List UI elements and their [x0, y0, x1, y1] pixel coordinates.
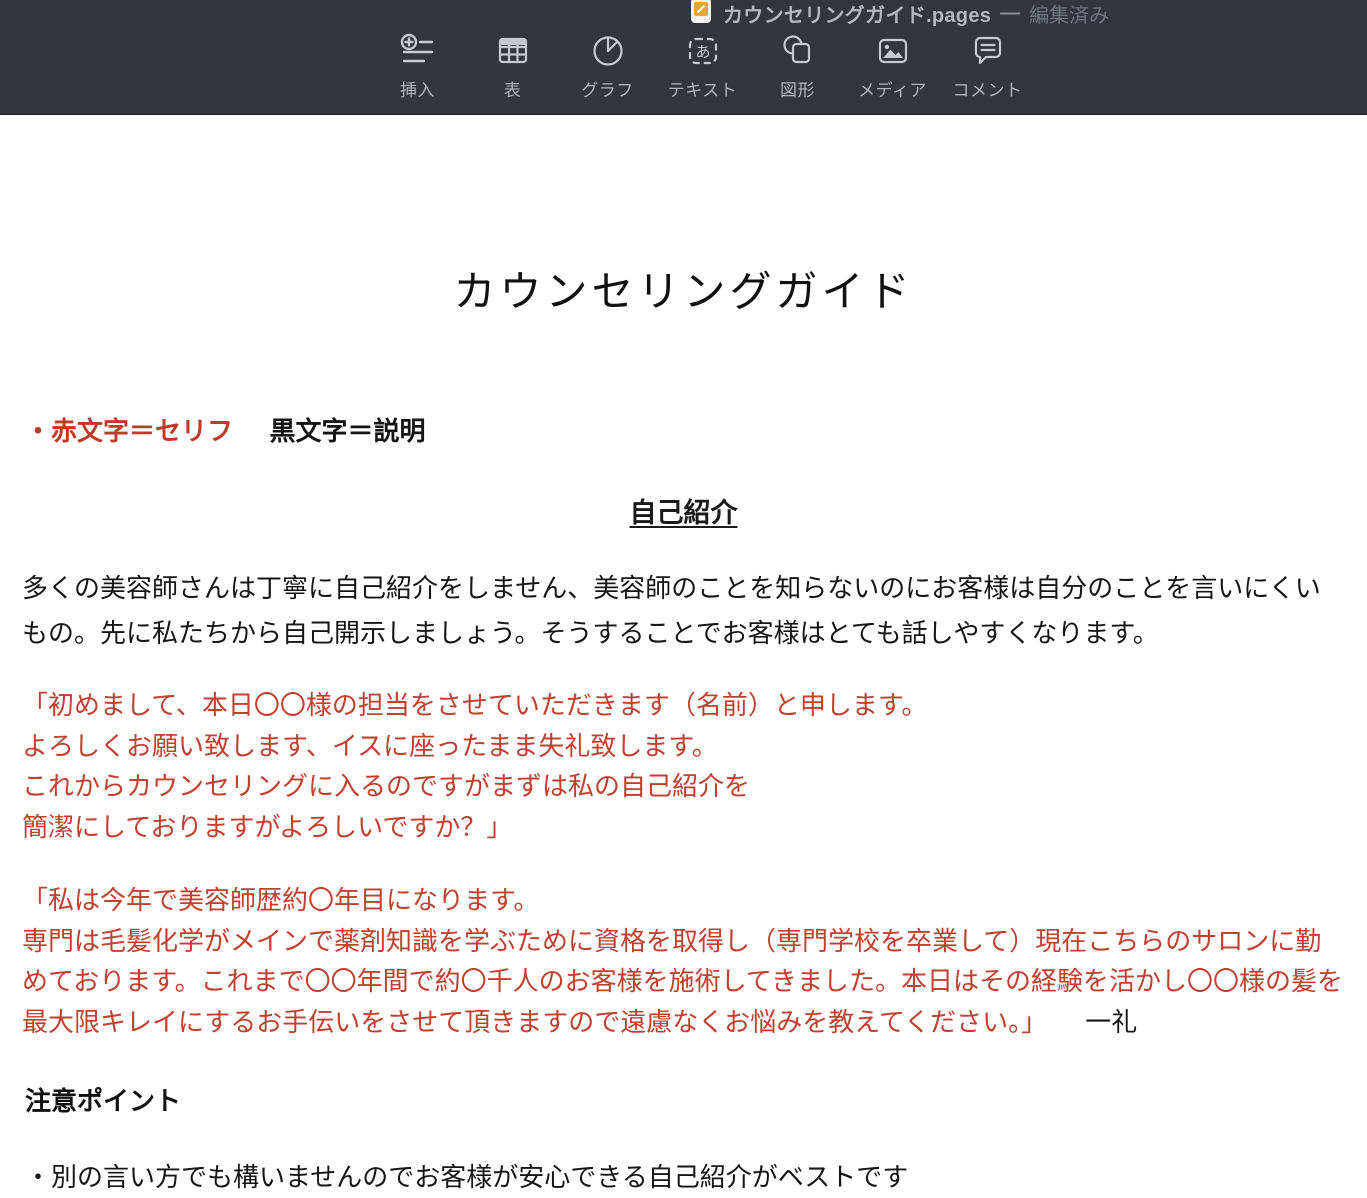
edited-status: 編集済み: [1029, 0, 1109, 28]
note-bullet: ・別の言い方でも構いませんのでお客様が安心できる自己紹介がベストです: [25, 1157, 908, 1194]
quote-paragraph-2: 「私は今年で美容師歴約〇年目になります。 専門は毛髪化学がメインで薬剤知識を学ぶ…: [22, 881, 1347, 1043]
media-label: メディア: [858, 76, 927, 101]
insert-label: 挿入: [400, 76, 435, 101]
svg-text:あ: あ: [695, 44, 710, 61]
legend-red-text: ・赤文字＝セリフ: [25, 417, 233, 446]
chart-icon: [590, 33, 626, 69]
table-label: 表: [504, 76, 522, 101]
note-heading: 注意ポイント: [25, 1081, 181, 1118]
table-icon: [495, 33, 531, 69]
media-button[interactable]: メディア: [845, 33, 940, 101]
quote-line: 簡潔にしておりますがよろしいですか？」: [22, 808, 1347, 849]
insert-icon: [400, 33, 436, 69]
pages-document-icon: [688, 0, 714, 29]
quote-line: めております。これまで〇〇年間で約〇千人のお客様を施術してきました。本日はその経…: [22, 962, 1347, 1003]
insert-button[interactable]: 挿入: [370, 33, 465, 101]
shape-button[interactable]: 図形: [750, 33, 845, 101]
comment-button[interactable]: コメント: [940, 33, 1035, 101]
section-heading: 自己紹介: [0, 491, 1367, 530]
title-bar: カウンセリングガイド.pages — 編集済み 挿入: [0, 0, 1367, 115]
quote-line: これからカウンセリングに入るのですがまずは私の自己紹介を: [22, 767, 1347, 808]
text-icon: あ: [685, 33, 721, 69]
shape-icon: [780, 33, 816, 69]
shape-label: 図形: [780, 76, 815, 101]
chart-button[interactable]: グラフ: [560, 33, 655, 101]
document-canvas[interactable]: カウンセリングガイド ・赤文字＝セリフ 黒文字＝説明 自己紹介 多くの美容師さん…: [0, 115, 1367, 1198]
chart-label: グラフ: [581, 76, 634, 101]
text-label: テキスト: [668, 76, 738, 101]
quote-line: 最大限キレイにするお手伝いをさせて頂きますので遠慮なくお悩みを教えてください。」…: [22, 1003, 1347, 1044]
media-icon: [875, 33, 911, 69]
table-button[interactable]: 表: [465, 33, 560, 101]
color-legend: ・赤文字＝セリフ 黒文字＝説明: [25, 411, 426, 448]
intro-line: 多くの美容師さんは丁寧に自己紹介をしません、美容師のことを知らないのにお客様は自…: [22, 566, 1347, 611]
text-button[interactable]: あ テキスト: [655, 33, 750, 101]
quote-paragraph-1: 「初めまして、本日〇〇様の担当をさせていただきます（名前）と申します。 よろしく…: [22, 686, 1347, 848]
bow-note: 一礼: [1085, 1008, 1137, 1037]
title-separator: —: [1000, 2, 1020, 25]
comment-icon: [970, 33, 1006, 69]
window-title: カウンセリングガイド.pages — 編集済み: [688, 0, 1109, 29]
toolbar: 挿入 表: [370, 33, 1035, 101]
intro-paragraph: 多くの美容師さんは丁寧に自己紹介をしません、美容師のことを知らないのにお客様は自…: [22, 566, 1347, 656]
intro-line: もの。先に私たちから自己開示しましょう。そうすることでお客様はとても話しやすくな…: [22, 611, 1347, 656]
page-title: カウンセリングガイド: [0, 258, 1367, 319]
quote-line: 「私は今年で美容師歴約〇年目になります。: [22, 881, 1347, 922]
legend-black-text: 黒文字＝説明: [270, 417, 426, 446]
quote-line: 「初めまして、本日〇〇様の担当をさせていただきます（名前）と申します。: [22, 686, 1347, 727]
quote-line: 専門は毛髪化学がメインで薬剤知識を学ぶために資格を取得し（専門学校を卒業して）現…: [22, 922, 1347, 963]
quote-line: よろしくお願い致します、イスに座ったまま失礼致します。: [22, 727, 1347, 768]
comment-label: コメント: [953, 76, 1023, 101]
document-title: カウンセリングガイド.pages: [723, 0, 991, 28]
